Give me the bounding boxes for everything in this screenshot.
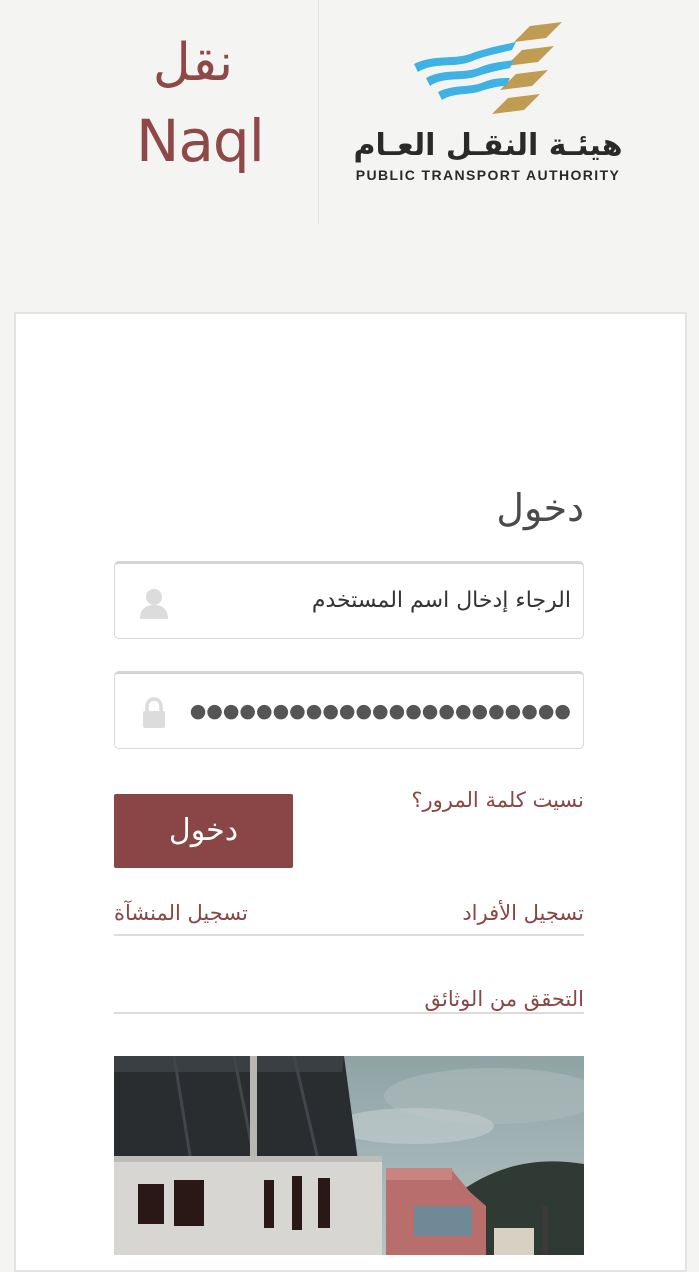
login-title: دخول: [496, 486, 584, 530]
register-individuals-link[interactable]: تسجيل الأفراد: [462, 896, 584, 930]
user-icon: [140, 589, 168, 619]
login-button[interactable]: دخول: [114, 794, 293, 868]
page-header: نقل Naql هيئـة النقـل العـام PUBLIC TRAN…: [0, 0, 699, 230]
forgot-password-link[interactable]: نسيت كلمة المرور؟: [330, 784, 584, 816]
verify-documents-link[interactable]: التحقق من الوثائق: [424, 982, 584, 1016]
truck-banner-illustration: [114, 1056, 584, 1255]
naql-logo-english: Naql: [136, 107, 265, 175]
password-value: ●●●●●●●●●●●●●●●●●●●●●●●: [189, 700, 571, 722]
register-establishment-link[interactable]: تسجيل المنشآة: [114, 896, 248, 930]
pta-logo-english: PUBLIC TRANSPORT AUTHORITY: [355, 167, 621, 183]
username-field[interactable]: الرجاء إدخال اسم المستخدم: [114, 561, 584, 639]
verify-documents-row: التحقق من الوثائق: [114, 982, 584, 1014]
pta-emblem-icon: [414, 22, 562, 114]
header-divider: [318, 0, 319, 224]
registration-links: تسجيل الأفراد تسجيل المنشآة: [114, 896, 584, 936]
pta-logo-arabic: هيئـة النقـل العـام: [353, 128, 623, 163]
username-placeholder: الرجاء إدخال اسم المستخدم: [311, 588, 571, 613]
naql-logo: نقل Naql: [130, 28, 280, 198]
public-transport-authority-logo: هيئـة النقـل العـام PUBLIC TRANSPORT AUT…: [340, 12, 640, 192]
lock-icon: [143, 697, 165, 728]
truck-banner-image: [114, 1056, 584, 1255]
naql-logo-arabic: نقل: [152, 33, 234, 93]
password-field[interactable]: ●●●●●●●●●●●●●●●●●●●●●●●: [114, 671, 584, 749]
